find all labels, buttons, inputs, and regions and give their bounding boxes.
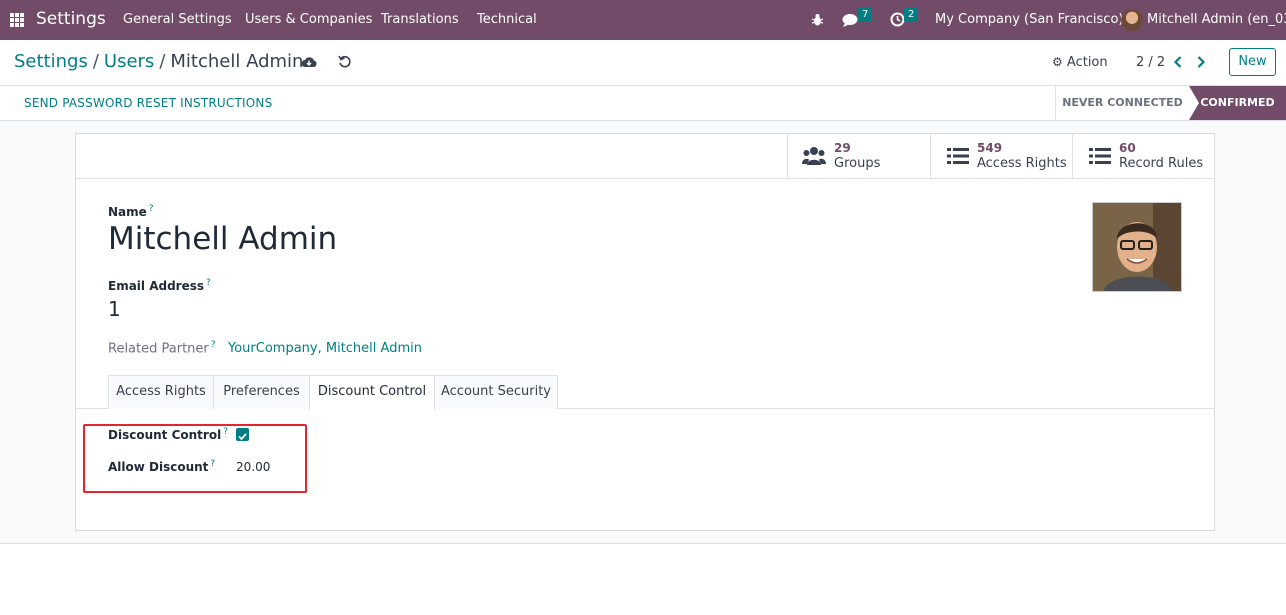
messages-count-badge: 7 bbox=[858, 8, 873, 22]
record-rules-count: 60 bbox=[1119, 141, 1136, 155]
stage-confirmed[interactable]: CONFIRMED bbox=[1189, 86, 1286, 120]
discount-control-checkbox[interactable] bbox=[236, 428, 249, 441]
email-label-text: Email Address bbox=[108, 279, 205, 293]
name-label-text: Name bbox=[108, 205, 147, 219]
related-partner-link[interactable]: YourCompany, Mitchell Admin bbox=[228, 341, 422, 356]
apps-menu-icon[interactable] bbox=[10, 13, 24, 27]
groups-label: Groups bbox=[834, 156, 881, 171]
allow-discount-help-icon[interactable]: ? bbox=[210, 459, 215, 469]
app-title[interactable]: Settings bbox=[36, 9, 106, 29]
pager-previous-icon[interactable] bbox=[1173, 56, 1183, 68]
discount-control-label-text: Discount Control bbox=[108, 428, 222, 442]
tab-discount-control[interactable]: Discount Control bbox=[309, 375, 435, 410]
groups-count: 29 bbox=[834, 141, 851, 155]
user-menu[interactable]: Mitchell Admin (en_03) bbox=[1147, 12, 1286, 27]
pager-next-icon[interactable] bbox=[1196, 56, 1206, 68]
save-cloud-icon[interactable] bbox=[301, 55, 317, 68]
list-icon bbox=[947, 148, 969, 164]
tab-account-security[interactable]: Account Security bbox=[434, 375, 558, 409]
record-rules-smart-button[interactable]: 60 Record Rules bbox=[1072, 134, 1214, 178]
breadcrumb-users[interactable]: Users bbox=[104, 51, 154, 72]
email-help-icon[interactable]: ? bbox=[206, 278, 211, 288]
list-icon bbox=[1089, 148, 1111, 164]
menu-translations[interactable]: Translations bbox=[381, 12, 459, 27]
status-bar: SEND PASSWORD RESET INSTRUCTIONS NEVER C… bbox=[0, 86, 1286, 121]
top-navbar: Settings General Settings Users & Compan… bbox=[0, 0, 1286, 40]
discard-undo-icon[interactable] bbox=[338, 55, 352, 69]
name-help-icon[interactable]: ? bbox=[149, 204, 154, 214]
company-switcher[interactable]: My Company (San Francisco) bbox=[935, 12, 1123, 27]
gear-icon: ⚙ bbox=[1052, 55, 1063, 69]
allow-discount-label-text: Allow Discount bbox=[108, 460, 209, 474]
tab-preferences[interactable]: Preferences bbox=[213, 375, 310, 409]
stage-never-connected[interactable]: NEVER CONNECTED bbox=[1055, 86, 1189, 120]
related-partner-label-text: Related Partner bbox=[108, 341, 209, 357]
smart-button-box: 29 Groups 549 Access Rights 60 Record Ru… bbox=[76, 134, 1214, 179]
tab-access-rights[interactable]: Access Rights bbox=[108, 375, 214, 409]
access-rights-smart-button[interactable]: 549 Access Rights bbox=[930, 134, 1072, 178]
menu-users-companies[interactable]: Users & Companies bbox=[245, 12, 372, 27]
menu-technical[interactable]: Technical bbox=[477, 12, 537, 27]
breadcrumb-settings[interactable]: Settings bbox=[14, 51, 88, 72]
record-rules-label: Record Rules bbox=[1119, 156, 1204, 171]
email-field[interactable]: 1 bbox=[108, 297, 121, 321]
new-record-button[interactable]: New bbox=[1229, 48, 1276, 76]
breadcrumb-current: Mitchell Admin bbox=[170, 51, 304, 72]
send-password-reset-button[interactable]: SEND PASSWORD RESET INSTRUCTIONS bbox=[24, 96, 272, 110]
activities-clock-icon[interactable] bbox=[890, 12, 905, 27]
user-avatar[interactable] bbox=[1121, 9, 1143, 31]
pager-value[interactable]: 2 / 2 bbox=[1136, 55, 1165, 70]
access-rights-count: 549 bbox=[977, 141, 1003, 155]
discount-control-label: Discount Control? bbox=[108, 427, 228, 442]
user-portrait-image bbox=[1093, 203, 1181, 291]
email-label: Email Address? bbox=[108, 278, 211, 293]
discount-control-help-icon[interactable]: ? bbox=[223, 427, 228, 437]
breadcrumb: Settings / Users / Mitchell Admin bbox=[14, 51, 304, 72]
allow-discount-field[interactable]: 20.00 bbox=[236, 460, 270, 474]
activities-count-badge: 2 bbox=[904, 8, 919, 22]
action-label: Action bbox=[1066, 55, 1108, 70]
debug-bug-icon[interactable] bbox=[811, 13, 824, 27]
related-partner-label: Related Partner? bbox=[108, 340, 216, 356]
name-field[interactable]: Mitchell Admin bbox=[108, 221, 337, 257]
name-label: Name? bbox=[108, 204, 154, 219]
notebook-tabs: Access Rights Preferences Discount Contr… bbox=[76, 375, 1214, 410]
stage-arrow-divider bbox=[1189, 86, 1199, 120]
access-rights-label: Access Rights bbox=[977, 156, 1067, 171]
menu-general-settings[interactable]: General Settings bbox=[123, 12, 232, 27]
allow-discount-label: Allow Discount? bbox=[108, 459, 215, 474]
user-photo[interactable] bbox=[1092, 202, 1182, 292]
partner-help-icon[interactable]: ? bbox=[211, 340, 216, 350]
action-menu-button[interactable]: ⚙ Action bbox=[1052, 55, 1108, 70]
users-icon bbox=[802, 147, 826, 165]
checkmark-icon bbox=[238, 433, 247, 441]
groups-smart-button[interactable]: 29 Groups bbox=[787, 134, 930, 178]
